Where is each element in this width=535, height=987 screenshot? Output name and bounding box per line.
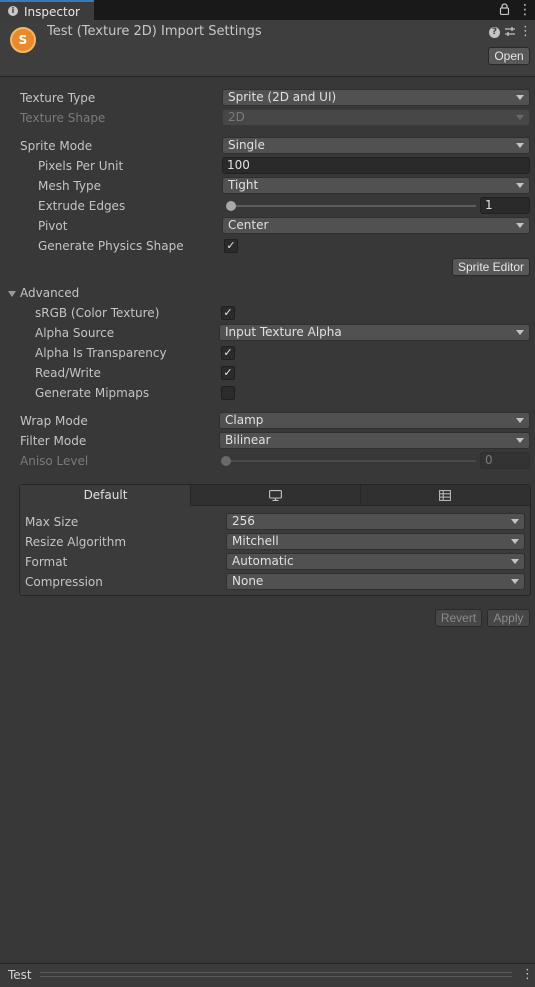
alpha-source-label: Alpha Source [35,326,115,340]
sprite-mode-label: Sprite Mode [20,139,93,153]
chevron-down-icon [516,95,524,100]
page-title: Test (Texture 2D) Import Settings [47,24,262,39]
asset-glyph: S [18,33,28,47]
read-write-checkbox[interactable]: ✓ [221,366,235,380]
chevron-down-icon [516,115,524,120]
tab-standalone[interactable] [191,485,361,506]
extrude-edges-slider-track[interactable] [231,205,476,207]
extrude-edges-field[interactable]: 1 [480,197,530,214]
pivot-label: Pivot [38,219,68,233]
preview-title: Test [8,968,32,982]
preview-footer[interactable] [0,963,535,987]
chevron-down-icon [511,579,519,584]
srgb-checkbox[interactable]: ✓ [221,306,235,320]
pivot-dropdown[interactable]: Center [222,217,530,234]
revert-button[interactable]: Revert [435,609,482,627]
chevron-down-icon [516,183,524,188]
max-size-value: 256 [232,514,255,528]
chevron-down-icon [511,539,519,544]
webgl-grid-icon [439,490,451,501]
srgb-label: sRGB (Color Texture) [35,306,160,320]
texture-shape-value: 2D [228,110,245,124]
tab-webgl[interactable] [361,485,530,506]
resize-algorithm-value: Mitchell [232,534,279,548]
sprite-asset-icon: S [10,27,36,53]
format-label: Format [25,555,68,569]
help-icon[interactable]: ? [489,27,500,38]
mesh-type-dropdown[interactable]: Tight [222,177,530,194]
generate-mipmaps-label: Generate Mipmaps [35,386,150,400]
footer-kebab-icon[interactable]: ⋮ [521,966,534,984]
drag-handle-line[interactable] [40,972,512,973]
pixels-per-unit-field[interactable]: 100 [222,157,530,174]
extrude-edges-label: Extrude Edges [38,199,126,213]
apply-button[interactable]: Apply [487,609,530,627]
sprite-editor-button[interactable]: Sprite Editor [452,258,530,276]
max-size-label: Max Size [25,515,79,529]
chevron-down-icon [516,143,524,148]
filter-mode-value: Bilinear [225,433,271,447]
alpha-source-value: Input Texture Alpha [225,325,342,339]
chevron-down-icon [516,438,524,443]
aniso-level-slider-knob [221,456,231,466]
format-dropdown[interactable]: Automatic [226,553,525,570]
standalone-monitor-icon [269,490,282,501]
lock-icon[interactable] [499,3,510,15]
chevron-down-icon [511,519,519,524]
aniso-level-label: Aniso Level [20,454,89,468]
drag-handle-line[interactable] [40,976,512,977]
sprite-mode-dropdown[interactable]: Single [222,137,530,154]
compression-dropdown[interactable]: None [226,573,525,590]
aniso-level-slider-track [226,460,476,462]
kebab-menu-icon[interactable]: ⋮ [518,2,532,18]
alpha-source-dropdown[interactable]: Input Texture Alpha [219,324,530,341]
open-button[interactable]: Open [488,47,530,65]
mesh-type-label: Mesh Type [38,179,101,193]
resize-algorithm-dropdown[interactable]: Mitchell [226,533,525,550]
read-write-label: Read/Write [35,366,101,380]
info-icon: i [8,6,18,16]
texture-shape-label: Texture Shape [20,111,106,125]
advanced-foldout-label[interactable]: Advanced [20,284,79,302]
texture-type-value: Sprite (2D and UI) [228,90,337,104]
wrap-mode-label: Wrap Mode [20,414,88,428]
tab-default-label: Default [83,488,128,502]
alpha-is-transparency-label: Alpha Is Transparency [35,346,167,360]
wrap-mode-dropdown[interactable]: Clamp [219,412,530,429]
mesh-type-value: Tight [228,178,259,192]
tab-inspector-label: Inspector [24,5,80,19]
filter-mode-dropdown[interactable]: Bilinear [219,432,530,449]
resize-algorithm-label: Resize Algorithm [25,535,127,549]
generate-mipmaps-checkbox[interactable] [221,386,235,400]
filter-mode-label: Filter Mode [20,434,87,448]
alpha-is-transparency-checkbox[interactable]: ✓ [221,346,235,360]
wrap-mode-value: Clamp [225,413,264,427]
generate-physics-shape-checkbox[interactable]: ✓ [224,239,238,253]
chevron-down-icon [511,559,519,564]
preset-sliders-icon[interactable] [504,25,516,39]
format-value: Automatic [232,554,294,568]
chevron-down-icon [516,330,524,335]
compression-value: None [232,574,264,588]
tab-inspector[interactable]: i Inspector [0,0,94,20]
aniso-level-field: 0 [480,452,530,469]
extrude-edges-slider-knob[interactable] [226,201,236,211]
header-kebab-icon[interactable]: ⋮ [519,24,532,40]
pixels-per-unit-label: Pixels Per Unit [38,159,124,173]
sprite-mode-value: Single [228,138,265,152]
generate-physics-shape-label: Generate Physics Shape [38,239,184,253]
chevron-down-icon [516,223,524,228]
max-size-dropdown[interactable]: 256 [226,513,525,530]
texture-shape-dropdown: 2D [222,109,530,126]
texture-type-label: Texture Type [20,91,96,105]
compression-label: Compression [25,575,103,589]
pivot-value: Center [228,218,269,232]
chevron-down-icon [516,418,524,423]
texture-type-dropdown[interactable]: Sprite (2D and UI) [222,89,530,106]
tab-default[interactable]: Default [20,485,191,506]
foldout-arrow-icon[interactable] [8,291,16,297]
